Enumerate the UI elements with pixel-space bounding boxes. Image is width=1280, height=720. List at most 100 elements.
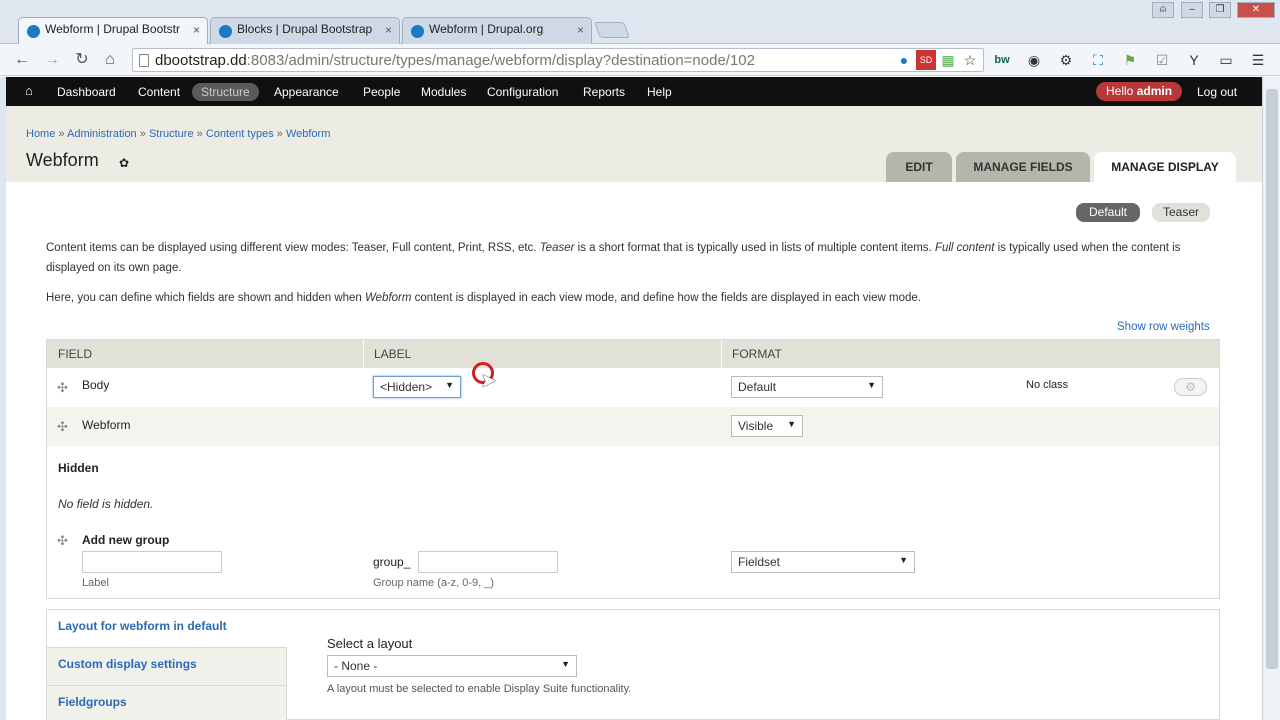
view-mode-default[interactable]: Default <box>1076 203 1140 222</box>
admin-menu-people[interactable]: People <box>363 85 400 99</box>
select-layout-label: Select a layout <box>327 636 413 651</box>
cast-icon[interactable]: ▭ <box>1216 50 1236 70</box>
table-header: FIELD LABEL FORMAT <box>47 340 1219 368</box>
admin-home-icon[interactable]: ⌂ <box>25 83 33 98</box>
minimize-icon[interactable]: – <box>1181 2 1203 18</box>
grid-extension-icon[interactable]: ▦ <box>938 50 958 70</box>
description-text: content is displayed in each view mode, … <box>411 292 921 304</box>
admin-menu-content[interactable]: Content <box>138 85 180 99</box>
scrollbar-thumb[interactable] <box>1266 89 1278 669</box>
username: admin <box>1136 84 1173 98</box>
add-new-group-label: Add new group <box>82 533 170 547</box>
breadcrumb-home[interactable]: Home <box>26 128 55 140</box>
dark-circle-extension-icon[interactable]: ◉ <box>1024 50 1044 70</box>
restore-icon[interactable]: ❐ <box>1209 2 1231 18</box>
column-header-label: LABEL <box>374 347 412 361</box>
bookmark-star-icon[interactable]: ☆ <box>960 50 980 70</box>
logout-link[interactable]: Log out <box>1197 85 1237 99</box>
breadcrumb-webform[interactable]: Webform <box>286 128 330 140</box>
breadcrumb-separator: » <box>276 128 283 140</box>
group-format-select[interactable]: Fieldset ▼ <box>731 551 915 573</box>
format-settings-gear-icon[interactable]: ⚙ <box>1174 378 1207 396</box>
page-icon <box>139 54 149 67</box>
tab-manage-display[interactable]: MANAGE DISPLAY <box>1094 152 1236 182</box>
group-format-value: Fieldset <box>738 555 781 569</box>
drag-handle-icon[interactable]: ✣ <box>57 380 68 396</box>
display-settings-vertical-tabs: Layout for webform in default Custom dis… <box>46 609 1220 720</box>
back-icon[interactable]: ← <box>12 50 32 70</box>
sd-extension-icon[interactable]: SD <box>916 50 936 70</box>
tag-extension-icon[interactable]: ⚑ <box>1120 50 1140 70</box>
format-select[interactable]: Default ▼ <box>731 376 883 398</box>
admin-menu-dashboard[interactable]: Dashboard <box>57 85 116 99</box>
group-label-input[interactable] <box>82 551 222 573</box>
page-scrollbar[interactable] <box>1262 77 1280 720</box>
description-emphasis: Webform <box>365 292 412 304</box>
screen-capture-icon[interactable]: ⛶ <box>1088 50 1108 70</box>
breadcrumb: Home » Administration » Structure » Cont… <box>26 128 330 140</box>
tab-close-icon[interactable]: × <box>385 23 392 37</box>
page-content: Home » Administration » Structure » Cont… <box>6 106 1262 720</box>
label-select-value: <Hidden> <box>380 380 433 394</box>
breadcrumb-separator: » <box>58 128 65 140</box>
dropdown-arrow-icon: ▼ <box>445 380 454 390</box>
bw-extension-icon[interactable]: bw <box>992 50 1012 70</box>
browser-tab[interactable]: Webform | Drupal.org × <box>402 17 592 44</box>
column-header-field: FIELD <box>58 347 93 361</box>
vtab-layout[interactable]: Layout for webform in default <box>47 610 287 648</box>
field-name: Body <box>82 378 110 392</box>
admin-menu-configuration[interactable]: Configuration <box>487 85 558 99</box>
admin-menu-appearance[interactable]: Appearance <box>274 85 339 99</box>
view-mode-teaser[interactable]: Teaser <box>1152 203 1210 222</box>
forward-icon[interactable]: → <box>42 50 62 70</box>
new-tab-button[interactable] <box>594 22 630 38</box>
vtab-custom-display-settings[interactable]: Custom display settings <box>47 648 287 686</box>
drupal-extension-icon[interactable]: ● <box>894 50 914 70</box>
breadcrumb-content-types[interactable]: Content types <box>206 128 274 140</box>
tab-manage-fields[interactable]: MANAGE FIELDS <box>956 152 1090 182</box>
menu-icon[interactable]: ☰ <box>1248 50 1268 70</box>
group-name-input[interactable] <box>418 551 558 573</box>
admin-menu-modules[interactable]: Modules <box>421 85 466 99</box>
browser-tab-active[interactable]: Webform | Drupal Bootstr × <box>18 17 208 45</box>
reload-icon[interactable]: ↻ <box>72 50 92 70</box>
home-icon[interactable]: ⌂ <box>100 50 120 70</box>
drag-handle-icon[interactable]: ✣ <box>57 419 68 435</box>
drag-handle-icon[interactable]: ✣ <box>57 533 68 549</box>
browser-toolbar: ← → ↻ ⌂ dbootstrap.dd:8083/admin/structu… <box>0 44 1280 76</box>
admin-menu-structure[interactable]: Structure <box>192 83 259 101</box>
layout-hint: A layout must be selected to enable Disp… <box>327 683 632 695</box>
layout-select[interactable]: - None - ▼ <box>327 655 577 677</box>
description-text: is a short format that is typically used… <box>574 242 935 254</box>
tab-edit[interactable]: EDIT <box>886 152 952 182</box>
user-profile-icon[interactable]: ⍝ <box>1152 2 1174 18</box>
column-divider <box>363 340 364 368</box>
url-text: dbootstrap.dd:8083/admin/structure/types… <box>155 52 755 69</box>
vtab-fieldgroups[interactable]: Fieldgroups <box>47 686 287 720</box>
browser-tab[interactable]: Blocks | Drupal Bootstrap × <box>210 17 400 44</box>
address-bar[interactable]: dbootstrap.dd:8083/admin/structure/types… <box>132 48 984 72</box>
y-extension-icon[interactable]: Y <box>1184 50 1204 70</box>
show-row-weights-link[interactable]: Show row weights <box>1117 321 1210 333</box>
drupal-favicon-icon <box>411 25 424 38</box>
settings-gear-icon[interactable]: ⚙ <box>1056 50 1076 70</box>
greeting-text: Hello <box>1106 84 1137 98</box>
drupal-favicon-icon <box>27 25 40 38</box>
tab-close-icon[interactable]: × <box>577 23 584 37</box>
contextual-gear-icon[interactable]: ✿ <box>119 156 129 170</box>
dropdown-arrow-icon: ▼ <box>899 555 908 565</box>
check-extension-icon[interactable]: ☑ <box>1152 50 1172 70</box>
format-summary: No class <box>1026 379 1069 391</box>
tab-close-icon[interactable]: × <box>193 23 200 37</box>
admin-menu-help[interactable]: Help <box>647 85 672 99</box>
format-select[interactable]: Visible ▼ <box>731 415 803 437</box>
browser-tab-title: Webform | Drupal Bootstr <box>45 22 180 36</box>
admin-menu-reports[interactable]: Reports <box>583 85 625 99</box>
mouse-cursor-icon: ➤ <box>480 370 497 392</box>
label-select[interactable]: <Hidden> ▼ <box>373 376 461 398</box>
user-greeting-badge[interactable]: Hello admin <box>1096 82 1183 101</box>
description-text: Content items can be displayed using dif… <box>46 242 540 254</box>
close-window-icon[interactable]: ✕ <box>1237 2 1275 18</box>
breadcrumb-administration[interactable]: Administration <box>67 128 137 140</box>
breadcrumb-structure[interactable]: Structure <box>149 128 194 140</box>
